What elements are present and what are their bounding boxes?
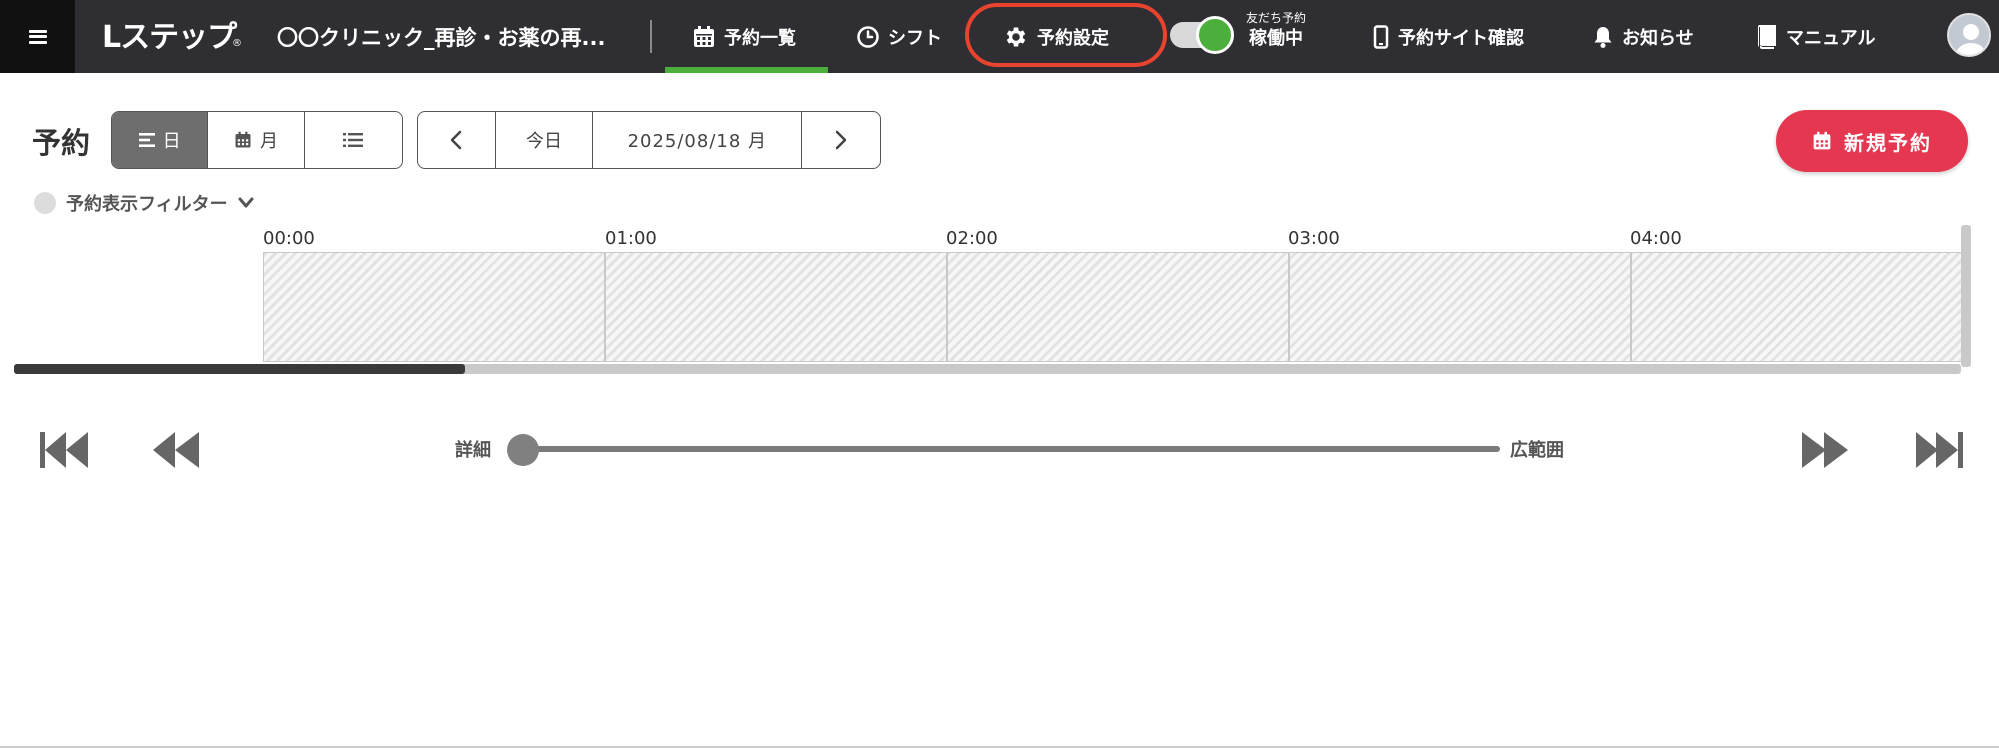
zoom-slider-track[interactable] — [520, 446, 1500, 452]
day-view-button[interactable]: 日 — [112, 112, 209, 168]
rewind-button[interactable] — [151, 428, 201, 472]
list-lines-icon — [138, 133, 155, 147]
chevron-left-icon — [451, 130, 462, 150]
fast-forward-button[interactable] — [1800, 428, 1850, 472]
timeline-grid[interactable] — [263, 252, 1963, 362]
chevron-down-icon — [238, 197, 254, 208]
hour-label: 04:00 — [1630, 228, 1682, 249]
view-mode-switcher: 日 月 — [111, 111, 403, 169]
nav-label: 予約一覧 — [724, 27, 796, 49]
clock-icon — [857, 25, 879, 48]
nav-label: 予約サイト確認 — [1398, 27, 1524, 49]
toggle-status: 稼働中 — [1249, 28, 1303, 49]
page-title: 予約 — [32, 126, 91, 160]
next-day-button[interactable] — [802, 112, 880, 168]
month-view-label: 月 — [260, 131, 279, 152]
calendar-icon — [1813, 131, 1831, 150]
day-view-label: 日 — [162, 131, 181, 152]
today-label: 今日 — [525, 131, 562, 152]
friend-reservation-toggle[interactable] — [1170, 16, 1238, 54]
nav-label: お知らせ — [1622, 27, 1694, 49]
today-button[interactable]: 今日 — [496, 112, 594, 168]
hour-divider — [604, 253, 606, 361]
horizontal-scrollbar-thumb[interactable] — [14, 364, 465, 374]
book-icon — [1758, 24, 1776, 49]
calendar-icon — [694, 25, 714, 47]
lstep-logo[interactable]: Lステップ — [102, 12, 237, 56]
toggle-label: 友だち予約 稼働中 — [1246, 12, 1306, 48]
user-avatar[interactable] — [1947, 13, 1991, 57]
new-reservation-label: 新規予約 — [1844, 130, 1932, 155]
nav-label: マニュアル — [1786, 27, 1876, 49]
hour-label: 02:00 — [946, 228, 998, 249]
chevron-right-icon — [835, 130, 847, 150]
hour-label: 03:00 — [1288, 228, 1340, 249]
zoom-detail-label: 詳細 — [455, 440, 491, 461]
zoom-slider-knob[interactable] — [507, 434, 539, 466]
date-navigator: 今日 2025/08/18 月 — [417, 111, 881, 169]
nav-active-indicator — [665, 67, 828, 73]
current-date: 2025/08/18 月 — [627, 131, 768, 152]
bell-icon — [1594, 26, 1612, 48]
skip-to-start-icon — [40, 432, 88, 468]
hour-label: 01:00 — [605, 228, 657, 249]
new-reservation-button[interactable]: 新規予約 — [1776, 110, 1968, 172]
date-picker-button[interactable]: 2025/08/18 月 — [593, 112, 803, 168]
logo-registered-mark: ® — [232, 38, 242, 49]
toggle-caption: 友だち予約 — [1246, 11, 1307, 25]
top-navigation-bar: Lステップ ® 〇〇クリニック_再診・お薬の再... 予約一覧 シフト 予約設定 — [0, 0, 1999, 73]
hour-divider — [1630, 253, 1632, 361]
account-name[interactable]: 〇〇クリニック_再診・お薬の再... — [277, 22, 605, 52]
previous-day-button[interactable] — [418, 112, 496, 168]
skip-to-end-icon — [1916, 432, 1963, 468]
vertical-scrollbar[interactable] — [1961, 225, 1971, 367]
zoom-wide-label: 広範囲 — [1510, 440, 1564, 461]
hamburger-icon — [28, 29, 47, 44]
hour-divider — [946, 253, 948, 361]
user-icon — [1949, 15, 1989, 55]
calendar-icon — [235, 131, 251, 148]
fast-forward-icon — [1802, 432, 1848, 468]
nav-label: シフト — [888, 27, 942, 49]
list-icon — [343, 133, 364, 147]
hour-divider — [1288, 253, 1290, 361]
nav-shift[interactable]: シフト — [856, 0, 942, 73]
reservation-filter-toggle[interactable]: 予約表示フィルター — [34, 190, 254, 216]
nav-manual[interactable]: マニュアル — [1756, 0, 1875, 73]
nav-reservation-list[interactable]: 予約一覧 — [692, 0, 796, 73]
horizontal-scrollbar[interactable] — [14, 364, 1961, 374]
list-view-button[interactable] — [305, 112, 402, 168]
skip-to-end-button[interactable] — [1914, 428, 1964, 472]
nav-reservation-site[interactable]: 予約サイト確認 — [1372, 0, 1524, 73]
skip-to-start-button[interactable] — [40, 428, 90, 472]
nav-divider — [650, 20, 652, 53]
hour-label: 00:00 — [263, 228, 315, 249]
month-view-button[interactable]: 月 — [208, 112, 305, 168]
rewind-icon — [153, 432, 199, 468]
filter-indicator-dot — [34, 192, 56, 214]
filter-label: 予約表示フィルター — [66, 194, 228, 215]
nav-notifications[interactable]: お知らせ — [1592, 0, 1694, 73]
hamburger-menu-button[interactable] — [0, 0, 75, 73]
highlight-annotation-ring — [965, 3, 1167, 67]
smartphone-icon — [1373, 24, 1389, 49]
